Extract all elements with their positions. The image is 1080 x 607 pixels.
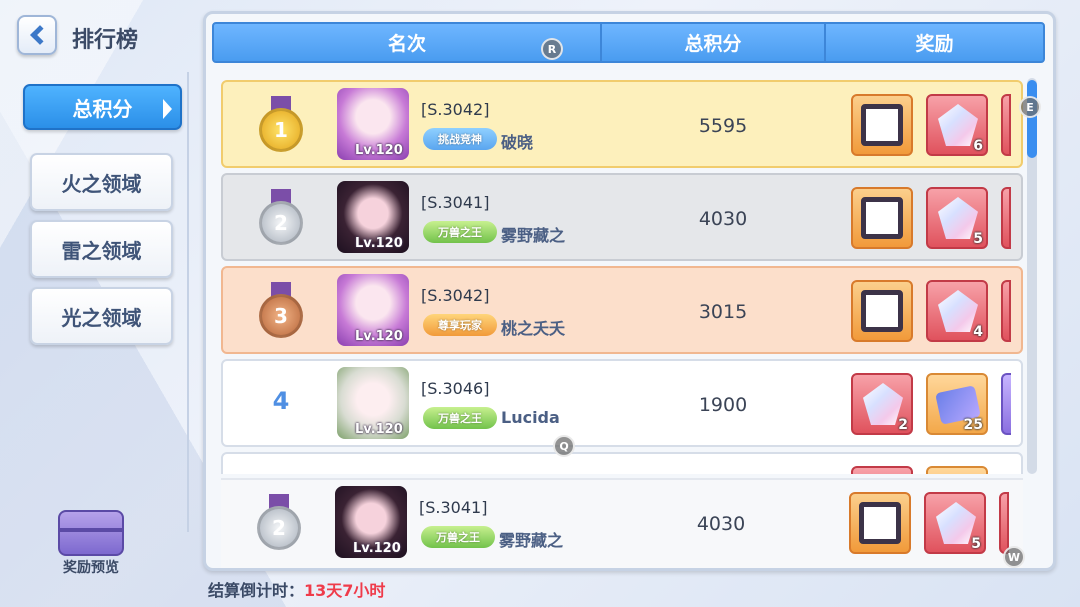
tab-label: 雷之领域	[61, 238, 142, 263]
title-badge: 万兽之王	[423, 221, 497, 243]
server-id: [S.3041]	[421, 193, 490, 212]
table-header: 名次 总积分 奖励	[212, 22, 1045, 63]
total-score: 1900	[698, 394, 748, 416]
rank-number: 4	[272, 387, 290, 415]
player-name: Lucida	[501, 408, 560, 427]
bronze-medal-icon: 3	[257, 282, 305, 342]
player-name: 破晓	[501, 133, 534, 152]
ranking-row[interactable]: 4 Lv.120 [S.3046] 万兽之王 Lucida 1900 2 25	[221, 359, 1023, 447]
rank-number: 2	[259, 201, 303, 245]
hotkey-hint-q: Q	[553, 435, 575, 457]
server-id: [S.3042]	[421, 100, 490, 119]
title-badge: 挑战竞神	[423, 128, 497, 150]
crystal-reward-icon[interactable]	[851, 466, 913, 474]
avatar[interactable]: Lv.120	[337, 274, 409, 346]
sidebar-divider	[187, 72, 189, 532]
ticket-reward-icon[interactable]	[926, 466, 988, 474]
crystal-reward-icon[interactable]: 2	[851, 373, 913, 435]
gold-medal-icon: 1	[257, 96, 305, 156]
reward-preview-label: 奖励预览	[63, 560, 119, 576]
tab-thunder-domain[interactable]: 雷之领域	[30, 220, 173, 278]
page-title: 排行榜	[72, 28, 139, 53]
server-id: [S.3041]	[419, 498, 488, 517]
reward-count: 5	[971, 536, 981, 552]
reward-peek-icon	[1001, 373, 1011, 435]
reward-count: 6	[973, 138, 983, 154]
ranking-row[interactable]	[221, 452, 1023, 474]
total-score: 5595	[698, 115, 748, 137]
avatar[interactable]: Lv.120	[337, 88, 409, 160]
rank-number: 3	[259, 294, 303, 338]
reward-peek-icon	[999, 492, 1009, 554]
server-id: [S.3042]	[421, 286, 490, 305]
back-button[interactable]	[17, 15, 57, 55]
ranking-row[interactable]: 3 Lv.120 [S.3042] 尊享玩家 桃之夭夭 3015 4	[221, 266, 1023, 354]
countdown-value: 13天7小时	[304, 581, 386, 600]
settlement-countdown: 结算倒计时：13天7小时	[208, 577, 385, 601]
hotkey-hint-w: W	[1003, 546, 1025, 568]
tab-label: 总积分	[72, 96, 133, 121]
caret-right-icon	[163, 99, 172, 119]
column-header-reward: 奖励	[915, 33, 954, 55]
player-name: 桃之夭夭	[501, 319, 566, 338]
total-score: 4030	[696, 513, 746, 535]
total-score: 4030	[698, 208, 748, 230]
my-rank-row: 2 Lv.120 [S.3041] 万兽之王 雾野藏之 4030 5	[221, 478, 1023, 568]
server-id: [S.3046]	[421, 379, 490, 398]
level-label: Lv.120	[355, 422, 403, 437]
ticket-reward-icon[interactable]: 25	[926, 373, 988, 435]
tab-total-score[interactable]: 总积分	[23, 84, 182, 130]
avatar[interactable]: Lv.120	[335, 486, 407, 558]
level-label: Lv.120	[355, 143, 403, 158]
reward-count: 2	[898, 417, 908, 433]
level-label: Lv.120	[353, 541, 401, 556]
avatar-frame-reward-icon[interactable]	[849, 492, 911, 554]
title-badge: 尊享玩家	[423, 314, 497, 336]
crystal-reward-icon[interactable]: 6	[926, 94, 988, 156]
tab-label: 光之领域	[61, 305, 142, 330]
hotkey-hint-e: E	[1019, 96, 1041, 118]
reward-peek-icon	[1001, 187, 1011, 249]
reward-peek-icon	[1001, 280, 1011, 342]
reward-preview-button[interactable]: 奖励预览	[48, 510, 134, 577]
avatar[interactable]: Lv.120	[337, 367, 409, 439]
treasure-chest-icon	[58, 510, 124, 556]
hotkey-hint-r: R	[541, 38, 563, 60]
level-label: Lv.120	[355, 236, 403, 251]
reward-peek-icon	[1001, 94, 1011, 156]
reward-count: 5	[973, 231, 983, 247]
ranking-row[interactable]: 1 Lv.120 [S.3042] 挑战竞神 破晓 5595 6	[221, 80, 1023, 168]
crystal-reward-icon[interactable]: 5	[926, 187, 988, 249]
title-badge: 万兽之王	[423, 407, 497, 429]
crystal-reward-icon[interactable]: 4	[926, 280, 988, 342]
ranking-row[interactable]: 2 Lv.120 [S.3041] 万兽之王 雾野藏之 4030 5	[221, 480, 1023, 568]
column-header-score: 总积分	[602, 24, 826, 61]
reward-count: 25	[963, 417, 983, 433]
chevron-left-icon	[30, 25, 50, 45]
player-name: 雾野藏之	[499, 531, 564, 550]
reward-count: 4	[973, 324, 983, 340]
ranking-row[interactable]: 2 Lv.120 [S.3041] 万兽之王 雾野藏之 4030 5	[221, 173, 1023, 261]
avatar-frame-reward-icon[interactable]	[851, 280, 913, 342]
player-name: 雾野藏之	[501, 226, 566, 245]
ranking-list[interactable]: 1 Lv.120 [S.3042] 挑战竞神 破晓 5595 6 2 Lv.12…	[212, 72, 1032, 474]
avatar-frame-reward-icon[interactable]	[851, 94, 913, 156]
total-score: 3015	[698, 301, 748, 323]
avatar[interactable]: Lv.120	[337, 181, 409, 253]
tab-label: 火之领域	[61, 171, 142, 196]
rank-number: 2	[257, 506, 301, 550]
countdown-label: 结算倒计时：	[208, 581, 305, 600]
title-badge: 万兽之王	[421, 526, 495, 548]
tab-light-domain[interactable]: 光之领域	[30, 287, 173, 345]
crystal-reward-icon[interactable]: 5	[924, 492, 986, 554]
scrollbar-thumb[interactable]	[1027, 80, 1037, 158]
rank-number: 1	[259, 108, 303, 152]
tab-fire-domain[interactable]: 火之领域	[30, 153, 173, 211]
silver-medal-icon: 2	[257, 189, 305, 249]
silver-medal-icon: 2	[255, 494, 303, 554]
avatar-frame-reward-icon[interactable]	[851, 187, 913, 249]
level-label: Lv.120	[355, 329, 403, 344]
